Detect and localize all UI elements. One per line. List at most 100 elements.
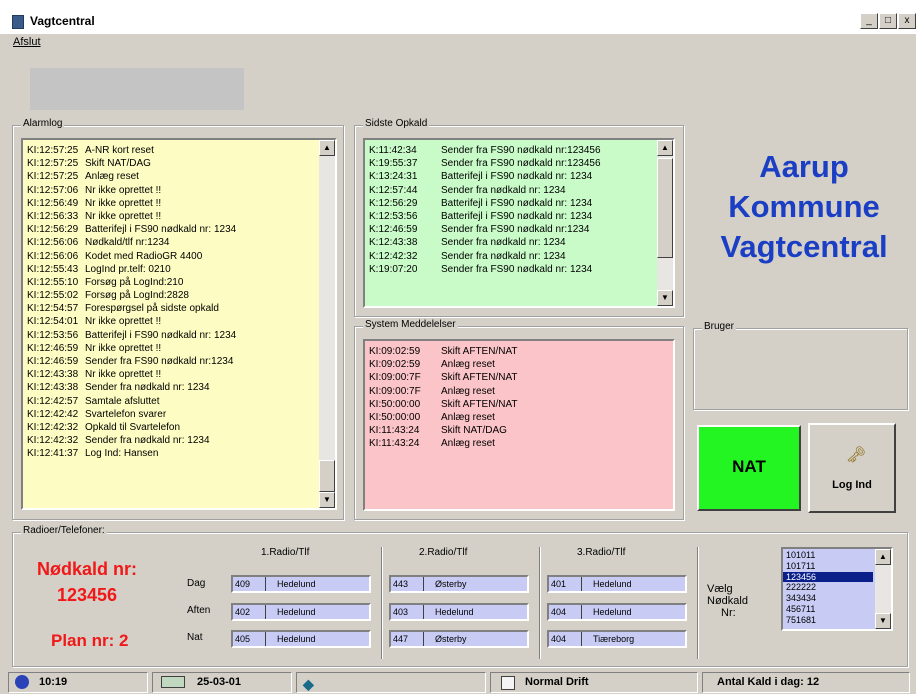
list-item[interactable]: KI:12:54:57 Forespørgsel på sidste opkald: [27, 302, 317, 315]
system-meddelelser-list[interactable]: KI:09:02:59 Skift AFTEN/NAT KI:09:02:59 Anl…: [363, 339, 675, 511]
list-item[interactable]: KI:12:42:32 Opkald til Svartelefon: [27, 421, 317, 434]
list-item-time: KI:12:42:57: [27, 395, 79, 407]
list-item[interactable]: K:12:57:44 Sender fra nødkald nr: 1234: [369, 184, 655, 197]
alarmlog-list[interactable]: KI:12:57:25 A-NR kort reset KI:12:57:25 Ski…: [21, 138, 337, 510]
radio-field-aften-1[interactable]: 402 Hedelund: [231, 603, 371, 621]
list-item[interactable]: KI:12:54:01 Nr ikke oprettet !!: [27, 315, 317, 328]
system-meddelelser-group: System Meddelelser KI:09:02:59 Skift AFTE…: [354, 319, 684, 520]
list-item[interactable]: KI:09:02:59 Skift AFTEN/NAT: [369, 345, 655, 358]
list-item[interactable]: K:19:07:20 Sender fra FS90 nødkald nr: 12…: [369, 263, 655, 276]
nat-button[interactable]: NAT: [697, 425, 801, 511]
number-list-item[interactable]: 101711: [783, 561, 873, 572]
list-item[interactable]: KI:12:41:37 Log Ind: Hansen: [27, 447, 317, 460]
list-item[interactable]: K:19:55:37 Sender fra FS90 nødkald nr:123…: [369, 157, 655, 170]
radio-field-nat-2[interactable]: 447 Østerby: [389, 630, 529, 648]
list-item[interactable]: KI:09:02:59 Anlæg reset: [369, 358, 655, 371]
radio-field-nat-1[interactable]: 405 Hedelund: [231, 630, 371, 648]
calendar-icon: [161, 676, 185, 688]
sidste-opkald-list[interactable]: K:11:42:34 Sender fra FS90 nødkald nr:123…: [363, 138, 675, 308]
list-item[interactable]: K:13:24:31 Batterifejl i FS90 nødkald nr:…: [369, 170, 655, 183]
list-item[interactable]: KI:12:56:49 Nr ikke oprettet !!: [27, 197, 317, 210]
radio-field-dag-3[interactable]: 401 Hedelund: [547, 575, 687, 593]
radio-name: Østerby: [435, 634, 467, 644]
list-item[interactable]: KI:12:46:59 Nr ikke oprettet !!: [27, 342, 317, 355]
list-item-time: K:19:07:20: [369, 263, 418, 275]
bruger-group: Bruger: [693, 321, 908, 410]
bruger-label: Bruger: [702, 321, 737, 332]
number-list-item[interactable]: 222222: [783, 582, 873, 593]
maximize-button[interactable]: □: [879, 13, 897, 29]
nodkald-number-list[interactable]: 101011 101711 123456 222222 343434 456711 7516…: [781, 547, 893, 631]
status-network-panel: ◆: [296, 672, 486, 693]
radio-code: 404: [551, 607, 567, 617]
list-item[interactable]: K:12:42:32 Sender fra nødkald nr: 1234: [369, 250, 655, 263]
list-item[interactable]: K:11:42:34 Sender fra FS90 nødkald nr:123…: [369, 144, 655, 157]
list-item[interactable]: KI:09:00:7F Anlæg reset: [369, 385, 655, 398]
number-list-item[interactable]: 123456: [783, 571, 873, 583]
list-item-text: Forsøg på LogInd:210: [85, 276, 184, 288]
number-list-item[interactable]: 456711: [783, 604, 873, 615]
number-list-scrollbar[interactable]: ▲ ▼: [875, 549, 891, 629]
menu-item-afslut[interactable]: Afslut: [13, 36, 41, 48]
alarmlog-scrollbar[interactable]: ▲ ▼: [319, 140, 335, 508]
list-item[interactable]: KI:12:55:02 Forsøg på LogInd:2828: [27, 289, 317, 302]
list-item[interactable]: KI:12:56:29 Batterifejl i FS90 nødkald nr…: [27, 223, 317, 236]
list-item[interactable]: KI:12:57:25 Anlæg reset: [27, 170, 317, 183]
status-mode-panel: Normal Drift: [490, 672, 698, 693]
radio-field-dag-1[interactable]: 409 Hedelund: [231, 575, 371, 593]
list-item[interactable]: K:12:56:29 Batterifejl i FS90 nødkald nr:…: [369, 197, 655, 210]
number-list-item[interactable]: 751681: [783, 615, 873, 626]
scroll-up-icon[interactable]: ▲: [319, 140, 335, 156]
list-item-text: Sender fra nødkald nr: 1234: [85, 382, 210, 394]
scroll-down-icon[interactable]: ▼: [875, 613, 891, 629]
list-item[interactable]: KI:50:00:00 Anlæg reset: [369, 411, 655, 424]
radio-field-aften-2[interactable]: 403 Hedelund: [389, 603, 529, 621]
list-item[interactable]: KI:12:42:42 Svartelefon svarer: [27, 408, 317, 421]
minimize-button[interactable]: _: [860, 13, 878, 29]
scroll-up-icon[interactable]: ▲: [875, 549, 891, 565]
scroll-thumb[interactable]: [319, 460, 335, 492]
close-button[interactable]: x: [898, 13, 916, 29]
number-list-item[interactable]: 343434: [783, 593, 873, 604]
list-item[interactable]: K:12:46:59 Sender fra FS90 nødkald nr:123…: [369, 223, 655, 236]
list-item[interactable]: KI:12:43:38 Nr ikke oprettet !!: [27, 368, 317, 381]
logo-text: Aarup Kommune Vagtcentral: [700, 147, 908, 267]
list-item[interactable]: KI:12:55:43 LogInd pr.telf: 0210: [27, 263, 317, 276]
list-item[interactable]: KI:11:43:24 Skift NAT/DAG: [369, 424, 655, 437]
scroll-up-icon[interactable]: ▲: [657, 140, 673, 156]
list-item[interactable]: KI:12:42:57 Samtale afsluttet: [27, 395, 317, 408]
log-ind-button[interactable]: 🗝 Log Ind: [808, 423, 896, 513]
list-item[interactable]: KI:50:00:00 Skift AFTEN/NAT: [369, 398, 655, 411]
list-item[interactable]: KI:12:56:06 Nødkald/tlf nr:1234: [27, 236, 317, 249]
list-item[interactable]: K:12:43:38 Sender fra nødkald nr: 1234: [369, 236, 655, 249]
list-item[interactable]: K:12:53:56 Batterifejl i FS90 nødkald nr:…: [369, 210, 655, 223]
list-item[interactable]: KI:12:55:10 Forsøg på LogInd:210: [27, 276, 317, 289]
list-item[interactable]: KI:12:56:06 Kodet med RadioGR 4400: [27, 250, 317, 263]
radio-field-dag-2[interactable]: 443 Østerby: [389, 575, 529, 593]
scroll-down-icon[interactable]: ▼: [319, 492, 335, 508]
number-list-item[interactable]: 101011: [783, 550, 873, 561]
list-item[interactable]: KI:12:56:33 Nr ikke oprettet !!: [27, 210, 317, 223]
sidste-opkald-scrollbar[interactable]: ▲ ▼: [657, 140, 673, 306]
list-item[interactable]: KI:12:43:38 Sender fra nødkald nr: 1234: [27, 381, 317, 394]
list-item[interactable]: KI:12:42:32 Sender fra nødkald nr: 1234: [27, 434, 317, 447]
list-item-text: Batterifejl i FS90 nødkald nr: 1234: [441, 197, 593, 209]
list-item-text: Skift AFTEN/NAT: [441, 346, 518, 357]
scroll-thumb[interactable]: [657, 158, 673, 258]
scroll-down-icon[interactable]: ▼: [657, 290, 673, 306]
list-item[interactable]: KI:12:53:56 Batterifejl i FS90 nødkald nr…: [27, 329, 317, 342]
list-item-time: KI:11:43:24: [369, 438, 420, 450]
list-item[interactable]: KI:12:57:06 Nr ikke oprettet !!: [27, 184, 317, 197]
list-item-text: Sender fra FS90 nødkald nr: 1234: [441, 263, 593, 275]
list-item[interactable]: KI:09:00:7F Skift AFTEN/NAT: [369, 371, 655, 384]
list-item[interactable]: KI:12:46:59 Sender fra FS90 nødkald nr:12…: [27, 355, 317, 368]
column-divider: [539, 547, 541, 659]
list-item-time: KI:12:55:43: [27, 263, 79, 275]
logo-line-3: Vagtcentral: [720, 229, 888, 264]
list-item[interactable]: KI:12:57:25 Skift NAT/DAG: [27, 157, 317, 170]
list-item[interactable]: KI:11:43:24 Anlæg reset: [369, 437, 655, 450]
list-item[interactable]: KI:12:57:25 A-NR kort reset: [27, 144, 317, 157]
radio-field-nat-3[interactable]: 404 Tiæreborg: [547, 630, 687, 648]
list-item-time: K:12:46:59: [369, 224, 418, 236]
radio-field-aften-3[interactable]: 404 Hedelund: [547, 603, 687, 621]
